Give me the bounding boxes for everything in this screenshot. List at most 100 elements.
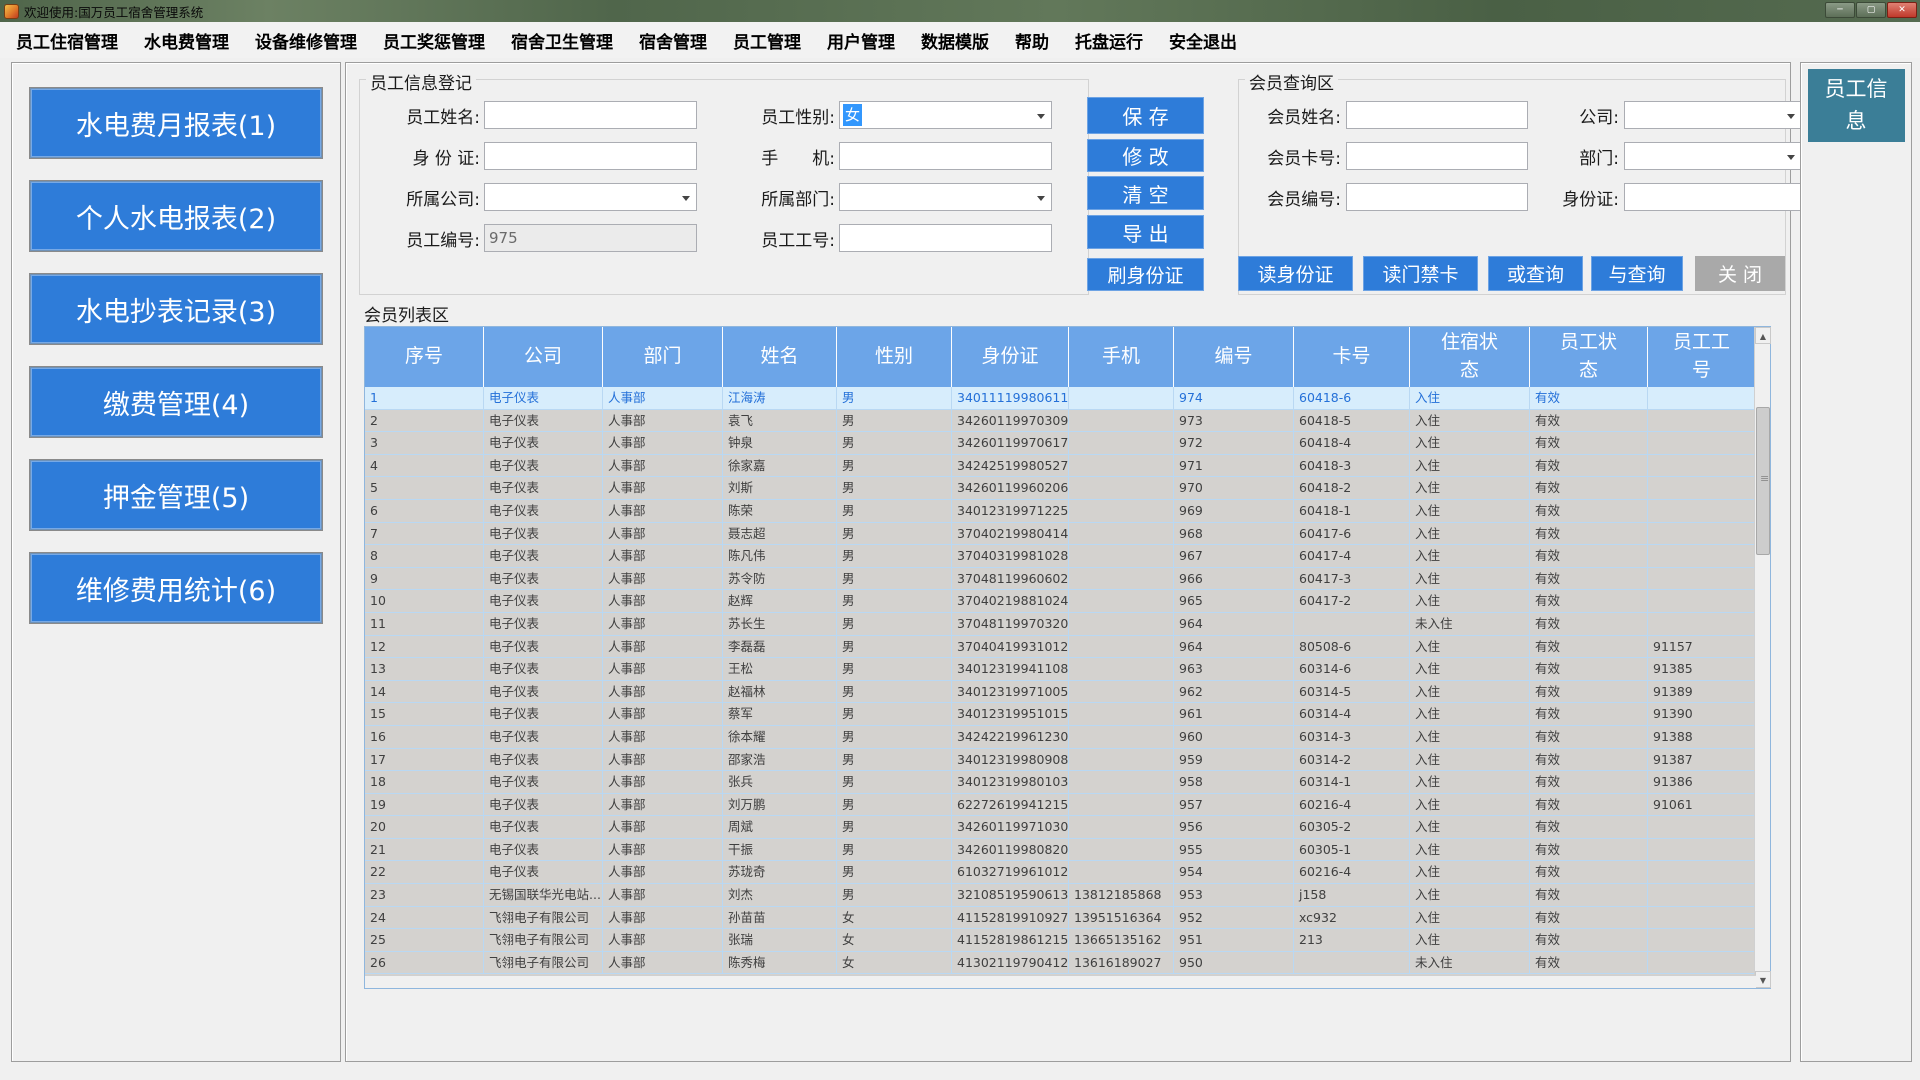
table-row[interactable]: 19电子仪表人事部刘万鹏男6227261994121530...95760216… [365, 794, 1756, 817]
menu-item[interactable]: 帮助 [1002, 28, 1062, 53]
close-button[interactable]: ✕ [1887, 2, 1917, 18]
table-cell: 6103271996101234... [952, 861, 1069, 883]
sidebar-button[interactable]: 水电费月报表(1) [30, 88, 322, 158]
scrollbar-thumb[interactable] [1756, 407, 1770, 555]
chevron-down-icon[interactable] [1787, 114, 1795, 119]
sidebar-button[interactable]: 维修费用统计(6) [30, 553, 322, 623]
member-name-input[interactable] [1346, 101, 1528, 129]
table-cell: 3426011997061753... [952, 432, 1069, 454]
table-row[interactable]: 26飞翎电子有限公司人事部陈秀梅女4130211979041219...1361… [365, 952, 1756, 975]
menu-item[interactable]: 宿舍卫生管理 [498, 28, 626, 53]
table-row[interactable]: 25飞翎电子有限公司人事部张瑞女4115281986121529...13665… [365, 929, 1756, 952]
menu-item[interactable]: 设备维修管理 [242, 28, 370, 53]
table-cell: 3426011996020671... [952, 477, 1069, 499]
clear-button[interactable]: 清 空 [1087, 176, 1204, 210]
employee-phone-input[interactable] [839, 142, 1052, 170]
swipe-idcard-button[interactable]: 刷身份证 [1087, 258, 1204, 291]
table-cell: 有效 [1530, 771, 1648, 793]
table-row[interactable]: 16电子仪表人事部徐本耀男3424221996123052...96060314… [365, 726, 1756, 749]
or-query-button[interactable]: 或查询 [1488, 256, 1583, 291]
read-doorcard-button[interactable]: 读门禁卡 [1363, 256, 1478, 291]
table-row[interactable]: 1电子仪表人事部江海涛男3401111998061105...97460418-… [365, 387, 1756, 410]
table-cell: 60216-4 [1294, 794, 1410, 816]
employee-department-combobox[interactable] [839, 183, 1052, 211]
save-button[interactable]: 保 存 [1087, 97, 1204, 134]
table-row[interactable]: 5电子仪表人事部刘斯男3426011996020671...97060418-2… [365, 477, 1756, 500]
chevron-down-icon[interactable] [1037, 196, 1045, 201]
employee-info-button[interactable]: 员工信息 [1808, 69, 1905, 142]
table-cell [1069, 839, 1174, 861]
table-cell: 男 [837, 568, 952, 590]
sidebar-button[interactable]: 押金管理(5) [30, 460, 322, 530]
table-cell: 有效 [1530, 884, 1648, 906]
member-number-input[interactable] [1346, 183, 1528, 211]
member-name-label: 会员姓名: [1251, 103, 1341, 128]
table-row[interactable]: 24飞翎电子有限公司人事部孙苗苗女4115281991092729...1395… [365, 907, 1756, 930]
table-cell: 13951516364 [1069, 907, 1174, 929]
horizontal-scrollbar[interactable] [365, 975, 1756, 988]
menu-item[interactable]: 员工奖惩管理 [370, 28, 498, 53]
table-cell: 2 [365, 410, 484, 432]
employee-workno-input[interactable] [839, 224, 1052, 252]
menu-item[interactable]: 用户管理 [814, 28, 908, 53]
table-row[interactable]: 22电子仪表人事部苏珑奇男6103271996101234...95460216… [365, 861, 1756, 884]
table-cell [1648, 590, 1756, 612]
table-cell: 4115281991092729... [952, 907, 1069, 929]
maximize-button[interactable]: ▢ [1856, 2, 1886, 18]
menu-item[interactable]: 数据模版 [908, 28, 1002, 53]
read-idcard-button[interactable]: 读身份证 [1238, 256, 1353, 291]
table-cell: 24 [365, 907, 484, 929]
modify-button[interactable]: 修 改 [1087, 139, 1204, 172]
menu-item[interactable]: 托盘运行 [1062, 28, 1156, 53]
and-query-button[interactable]: 与查询 [1591, 256, 1683, 291]
employee-idcard-input[interactable] [484, 142, 697, 170]
menu-item[interactable]: 安全退出 [1156, 28, 1250, 53]
sidebar-button[interactable]: 个人水电报表(2) [30, 181, 322, 251]
table-row[interactable]: 2电子仪表人事部袁飞男3426011997030946...97360418-5… [365, 410, 1756, 433]
export-button[interactable]: 导 出 [1087, 215, 1204, 249]
table-row[interactable]: 3电子仪表人事部钟泉男3426011997061753...97260418-4… [365, 432, 1756, 455]
query-department-combobox[interactable] [1624, 142, 1802, 170]
table-row[interactable]: 11电子仪表人事部苏长生男3704811997032038...964未入住有效 [365, 613, 1756, 636]
employee-gender-combobox[interactable]: 女 [839, 101, 1052, 129]
employee-name-input[interactable] [484, 101, 697, 129]
vertical-scrollbar[interactable]: ▲ ▼ [1754, 327, 1770, 988]
table-row[interactable]: 13电子仪表人事部王松男3401231994110848...96360314-… [365, 658, 1756, 681]
table-row[interactable]: 8电子仪表人事部陈凡伟男3704031998102841...96760417-… [365, 545, 1756, 568]
table-row[interactable]: 12电子仪表人事部李磊磊男3704041993101250...96480508… [365, 636, 1756, 659]
chevron-down-icon[interactable] [1037, 114, 1045, 119]
minimize-button[interactable]: ─ [1825, 2, 1855, 18]
table-row[interactable]: 18电子仪表人事部张兵男3401231998010348...95860314-… [365, 771, 1756, 794]
employee-company-combobox[interactable] [484, 183, 697, 211]
table-row[interactable]: 9电子仪表人事部苏令防男3704811996060238...96660417-… [365, 568, 1756, 591]
menu-item[interactable]: 员工管理 [720, 28, 814, 53]
table-row[interactable]: 23无锡国联华光电站...人事部刘杰男3210851959061318...13… [365, 884, 1756, 907]
table-row[interactable]: 4电子仪表人事部徐家嘉男3424251998052705...97160418-… [365, 455, 1756, 478]
table-row[interactable]: 21电子仪表人事部干振男3426011998082002...95560305-… [365, 839, 1756, 862]
menu-item[interactable]: 宿舍管理 [626, 28, 720, 53]
scroll-up-icon[interactable]: ▲ [1755, 327, 1771, 344]
chevron-down-icon[interactable] [1787, 155, 1795, 160]
sidebar-button[interactable]: 缴费管理(4) [30, 367, 322, 437]
table-row[interactable]: 6电子仪表人事部陈荣男3401231997122516...96960418-1… [365, 500, 1756, 523]
member-card-input[interactable] [1346, 142, 1528, 170]
table-row[interactable]: 14电子仪表人事部赵福林男3401231997100572...96260314… [365, 681, 1756, 704]
table-row[interactable]: 15电子仪表人事部蔡军男3401231995101562...96160314-… [365, 703, 1756, 726]
close-query-button[interactable]: 关 闭 [1695, 256, 1785, 291]
table-cell: 4115281986121529... [952, 929, 1069, 951]
table-row[interactable]: 7电子仪表人事部聂志超男3704021998041453...96860417-… [365, 523, 1756, 546]
query-idcard-input[interactable] [1624, 183, 1802, 211]
table-cell [1069, 523, 1174, 545]
menu-item[interactable]: 水电费管理 [131, 28, 242, 53]
menu-item[interactable]: 员工住宿管理 [3, 28, 131, 53]
table-row[interactable]: 20电子仪表人事部周斌男3426011997103040...95660305-… [365, 816, 1756, 839]
table-cell: 951 [1174, 929, 1294, 951]
table-cell: 23 [365, 884, 484, 906]
chevron-down-icon[interactable] [682, 196, 690, 201]
sidebar-button[interactable]: 水电抄表记录(3) [30, 274, 322, 344]
table-cell: 飞翎电子有限公司 [484, 929, 603, 951]
scroll-down-icon[interactable]: ▼ [1755, 971, 1771, 988]
table-row[interactable]: 10电子仪表人事部赵辉男3704021988102453...96560417-… [365, 590, 1756, 613]
query-company-combobox[interactable] [1624, 101, 1802, 129]
table-row[interactable]: 17电子仪表人事部邵家浩男3401231998090820...95960314… [365, 749, 1756, 772]
